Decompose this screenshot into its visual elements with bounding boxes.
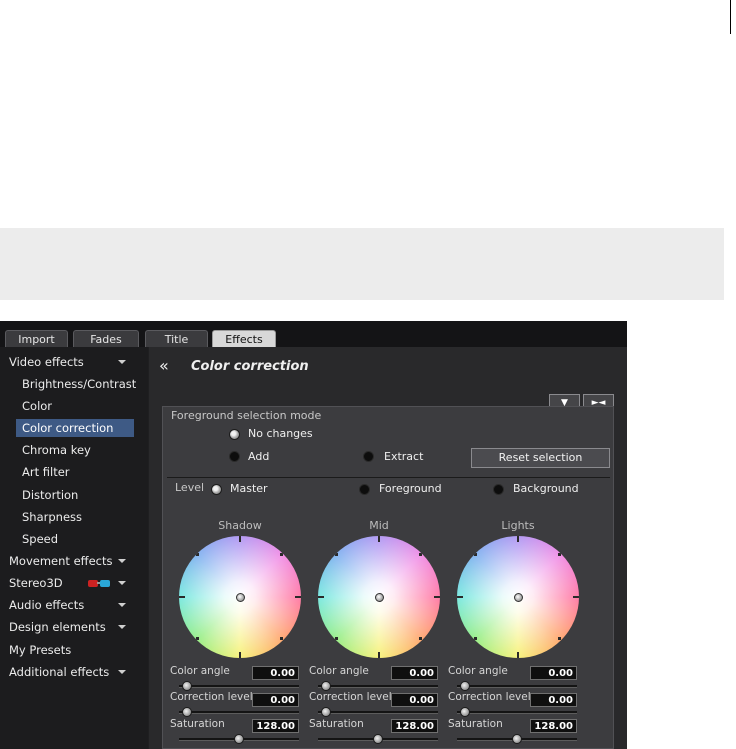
slider-knob[interactable] — [234, 734, 244, 744]
color-angle-field[interactable]: 0.00 — [530, 666, 577, 680]
correction-level-slider[interactable] — [457, 711, 577, 714]
effects-window: Import Fades Title Effects Video effects… — [0, 321, 627, 749]
sidebar-item-distortion[interactable]: Distortion — [22, 486, 78, 504]
chevron-down-icon[interactable] — [118, 603, 126, 607]
slider-knob[interactable] — [321, 681, 331, 691]
chevron-down-icon[interactable] — [118, 625, 126, 629]
sidebar-item-color-correction[interactable]: Color correction — [16, 419, 134, 437]
3d-glasses-icon — [88, 580, 112, 587]
chevron-down-icon[interactable] — [118, 360, 126, 364]
color-angle-label: Color angle — [309, 665, 369, 677]
sidebar-item-speed[interactable]: Speed — [22, 530, 58, 548]
radio-extract[interactable] — [363, 451, 374, 462]
sidebar-item-movement-effects[interactable]: Movement effects — [9, 552, 112, 570]
color-wheel[interactable] — [318, 536, 440, 658]
sidebar-item-my-presets[interactable]: My Presets — [9, 641, 71, 659]
sidebar-item-audio-effects[interactable]: Audio effects — [9, 596, 84, 614]
tab-bar: Import Fades Title Effects — [0, 321, 627, 347]
radio-foreground-label: Foreground — [379, 482, 442, 495]
page-edge-mark — [730, 0, 731, 34]
sidebar-item-stereo3d[interactable]: Stereo3D — [9, 574, 63, 592]
correction-level-slider[interactable] — [318, 711, 438, 714]
color-angle-slider[interactable] — [318, 685, 438, 688]
sidebar-item-sharpness[interactable]: Sharpness — [22, 508, 82, 526]
double-chevron-left-icon[interactable]: « — [159, 358, 169, 374]
radio-add-label: Add — [248, 450, 270, 463]
foreground-mode-label: Foreground selection mode — [171, 409, 322, 422]
correction-level-slider[interactable] — [179, 711, 299, 714]
slider-knob[interactable] — [460, 707, 470, 717]
tab-import[interactable]: Import — [5, 330, 68, 347]
correction-level-label: Correction level — [170, 691, 253, 703]
sidebar-item-video-effects[interactable]: Video effects — [9, 353, 84, 371]
tab-title[interactable]: Title — [145, 330, 208, 347]
radio-master[interactable] — [211, 484, 222, 495]
color-angle-slider[interactable] — [179, 685, 299, 688]
sidebar-item-chroma-key[interactable]: Chroma key — [22, 441, 91, 459]
radio-background-label: Background — [513, 482, 579, 495]
sidebar-item-additional-effects[interactable]: Additional effects — [9, 663, 109, 681]
color-angle-label: Color angle — [448, 665, 508, 677]
color-correction-panel: Foreground selection mode No changes Add… — [162, 406, 614, 749]
sidebar-item-color[interactable]: Color — [22, 397, 52, 415]
correction-level-label: Correction level — [448, 691, 531, 703]
wheel-title: Mid — [369, 519, 389, 532]
page-title: Color correction — [191, 359, 309, 374]
wheel-title: Lights — [501, 519, 535, 532]
sidebar-item-art-filter[interactable]: Art filter — [22, 463, 70, 481]
radio-background[interactable] — [493, 484, 504, 495]
radio-foreground[interactable] — [359, 484, 370, 495]
slider-knob[interactable] — [182, 707, 192, 717]
document-band — [0, 228, 724, 300]
saturation-field[interactable]: 128.00 — [530, 719, 577, 733]
correction-level-field[interactable]: 0.00 — [530, 693, 577, 707]
slider-knob[interactable] — [321, 707, 331, 717]
color-wheel[interactable] — [457, 536, 579, 658]
color-angle-field[interactable]: 0.00 — [252, 666, 299, 680]
reset-selection-button[interactable]: Reset selection — [471, 448, 610, 468]
divider — [167, 477, 610, 478]
wheel-handle[interactable] — [375, 593, 384, 602]
radio-master-label: Master — [230, 482, 268, 495]
color-angle-label: Color angle — [170, 665, 230, 677]
color-wheel[interactable] — [179, 536, 301, 658]
radio-no-changes[interactable] — [229, 429, 240, 440]
saturation-label: Saturation — [309, 718, 364, 730]
radio-add[interactable] — [229, 451, 240, 462]
slider-knob[interactable] — [460, 681, 470, 691]
chevron-down-icon[interactable] — [118, 559, 126, 563]
correction-level-field[interactable]: 0.00 — [391, 693, 438, 707]
saturation-field[interactable]: 128.00 — [391, 719, 438, 733]
slider-knob[interactable] — [182, 681, 192, 691]
wheel-title: Shadow — [218, 519, 262, 532]
radio-no-changes-label: No changes — [248, 427, 313, 440]
saturation-field[interactable]: 128.00 — [252, 719, 299, 733]
saturation-label: Saturation — [448, 718, 503, 730]
chevron-down-icon[interactable] — [118, 581, 126, 585]
radio-extract-label: Extract — [384, 450, 424, 463]
correction-level-field[interactable]: 0.00 — [252, 693, 299, 707]
color-angle-field[interactable]: 0.00 — [391, 666, 438, 680]
effect-settings-area: « Color correction ▼ ►◄ Foreground selec… — [149, 347, 627, 749]
correction-level-label: Correction level — [309, 691, 392, 703]
slider-knob[interactable] — [373, 734, 383, 744]
color-angle-slider[interactable] — [457, 685, 577, 688]
sidebar-item-design-elements[interactable]: Design elements — [9, 618, 106, 636]
effects-sidebar: Video effects Brightness/Contrast Color … — [0, 347, 148, 749]
wheel-handle[interactable] — [236, 593, 245, 602]
level-label: Level — [175, 481, 205, 494]
tab-effects[interactable]: Effects — [212, 330, 276, 347]
wheel-handle[interactable] — [514, 593, 523, 602]
tab-fades[interactable]: Fades — [73, 330, 139, 347]
sidebar-item-brightness-contrast[interactable]: Brightness/Contrast — [22, 375, 136, 393]
saturation-label: Saturation — [170, 718, 225, 730]
slider-knob[interactable] — [512, 734, 522, 744]
chevron-down-icon[interactable] — [118, 670, 126, 674]
